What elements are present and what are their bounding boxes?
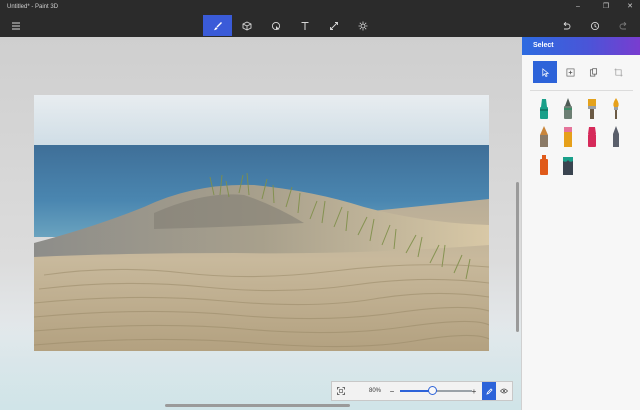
zoom-percent: 80%	[368, 388, 381, 394]
panel-divider	[530, 90, 633, 91]
menu-button[interactable]	[1, 15, 30, 36]
pen-mode-button[interactable]	[482, 382, 496, 400]
shape-icon	[271, 21, 280, 30]
history-button[interactable]	[580, 15, 609, 36]
spray-can-brush[interactable]	[537, 154, 551, 176]
zoom-in-button[interactable]: +	[469, 382, 479, 400]
pixel-pen-brush[interactable]	[537, 126, 551, 148]
calligraphy-pen-icon	[564, 98, 572, 119]
pen-icon	[485, 387, 493, 395]
canvas-image[interactable]	[34, 95, 489, 351]
title-bar: Untitled* - Paint 3D – ❐ ✕	[0, 0, 640, 14]
zoom-out-button[interactable]: −	[387, 382, 397, 400]
redo-button[interactable]	[609, 15, 638, 36]
marker-icon	[540, 99, 548, 119]
3d-shapes-tool-button[interactable]	[232, 15, 261, 36]
maximize-button[interactable]: ❐	[601, 3, 611, 11]
window-title: Untitled* - Paint 3D	[7, 4, 59, 10]
redo-icon	[619, 21, 626, 29]
cursor-icon	[541, 67, 549, 77]
undo-button[interactable]	[551, 15, 580, 36]
paste-icon	[589, 67, 597, 76]
oil-brush[interactable]	[585, 98, 599, 120]
marker-brush[interactable]	[537, 98, 551, 120]
cube-icon	[242, 20, 251, 31]
eraser-brush[interactable]	[585, 126, 599, 148]
zoom-slider[interactable]	[400, 386, 472, 395]
brush-icon	[213, 21, 222, 30]
paste-button[interactable]	[581, 61, 605, 83]
close-button[interactable]: ✕	[625, 3, 635, 11]
crop-button[interactable]	[606, 61, 630, 83]
fit-screen-icon	[337, 387, 345, 395]
fill-bucket-icon	[563, 157, 573, 175]
panel-header: Select	[522, 37, 640, 55]
crayon-icon	[613, 126, 619, 147]
crayon-brush[interactable]	[609, 126, 623, 148]
view-3d-button[interactable]	[497, 382, 511, 400]
zoom-bar: 80% − +	[331, 381, 513, 401]
sun-canvas-icon	[358, 21, 367, 30]
horizontal-scrollbar[interactable]	[165, 404, 350, 407]
pencil-icon	[564, 127, 572, 147]
effects-tool-button[interactable]	[319, 15, 348, 36]
pixel-pen-icon	[540, 126, 548, 147]
panel-title: Select	[533, 42, 554, 49]
eye-icon	[500, 388, 508, 394]
effects-icon	[329, 21, 338, 30]
fit-to-window-button[interactable]	[334, 382, 348, 400]
minimize-button[interactable]: –	[573, 3, 583, 11]
history-icon	[590, 21, 599, 30]
region-select-button[interactable]	[558, 61, 582, 83]
eraser-icon	[588, 127, 596, 147]
spray-can-icon	[540, 155, 548, 175]
watercolor-brush[interactable]	[609, 98, 623, 120]
2d-shapes-tool-button[interactable]	[261, 15, 290, 36]
pencil-brush[interactable]	[561, 126, 575, 148]
cursor-select-button[interactable]	[533, 61, 557, 83]
hamburger-menu-icon	[11, 22, 20, 29]
text-tool-button[interactable]	[290, 15, 319, 36]
paint3d-window: Untitled* - Paint 3D – ❐ ✕ 80% − + Selec…	[0, 0, 640, 410]
oil-brush-icon	[588, 99, 596, 119]
zoom-slider-thumb[interactable]	[427, 386, 437, 395]
canvas-tool-button[interactable]	[348, 15, 377, 36]
watercolor-icon	[613, 98, 619, 119]
fill-brush[interactable]	[561, 154, 575, 176]
brushes-tool-button[interactable]	[203, 15, 232, 36]
main-toolbar	[0, 14, 640, 37]
brushes-side-panel: Select	[521, 37, 640, 410]
vertical-scrollbar[interactable]	[516, 182, 519, 332]
undo-icon	[563, 21, 570, 29]
crop-icon	[613, 67, 623, 77]
region-select-icon	[566, 68, 574, 76]
calligraphy-pen-brush[interactable]	[561, 98, 575, 120]
text-icon	[301, 21, 308, 30]
beach-dune-photo	[34, 95, 489, 351]
